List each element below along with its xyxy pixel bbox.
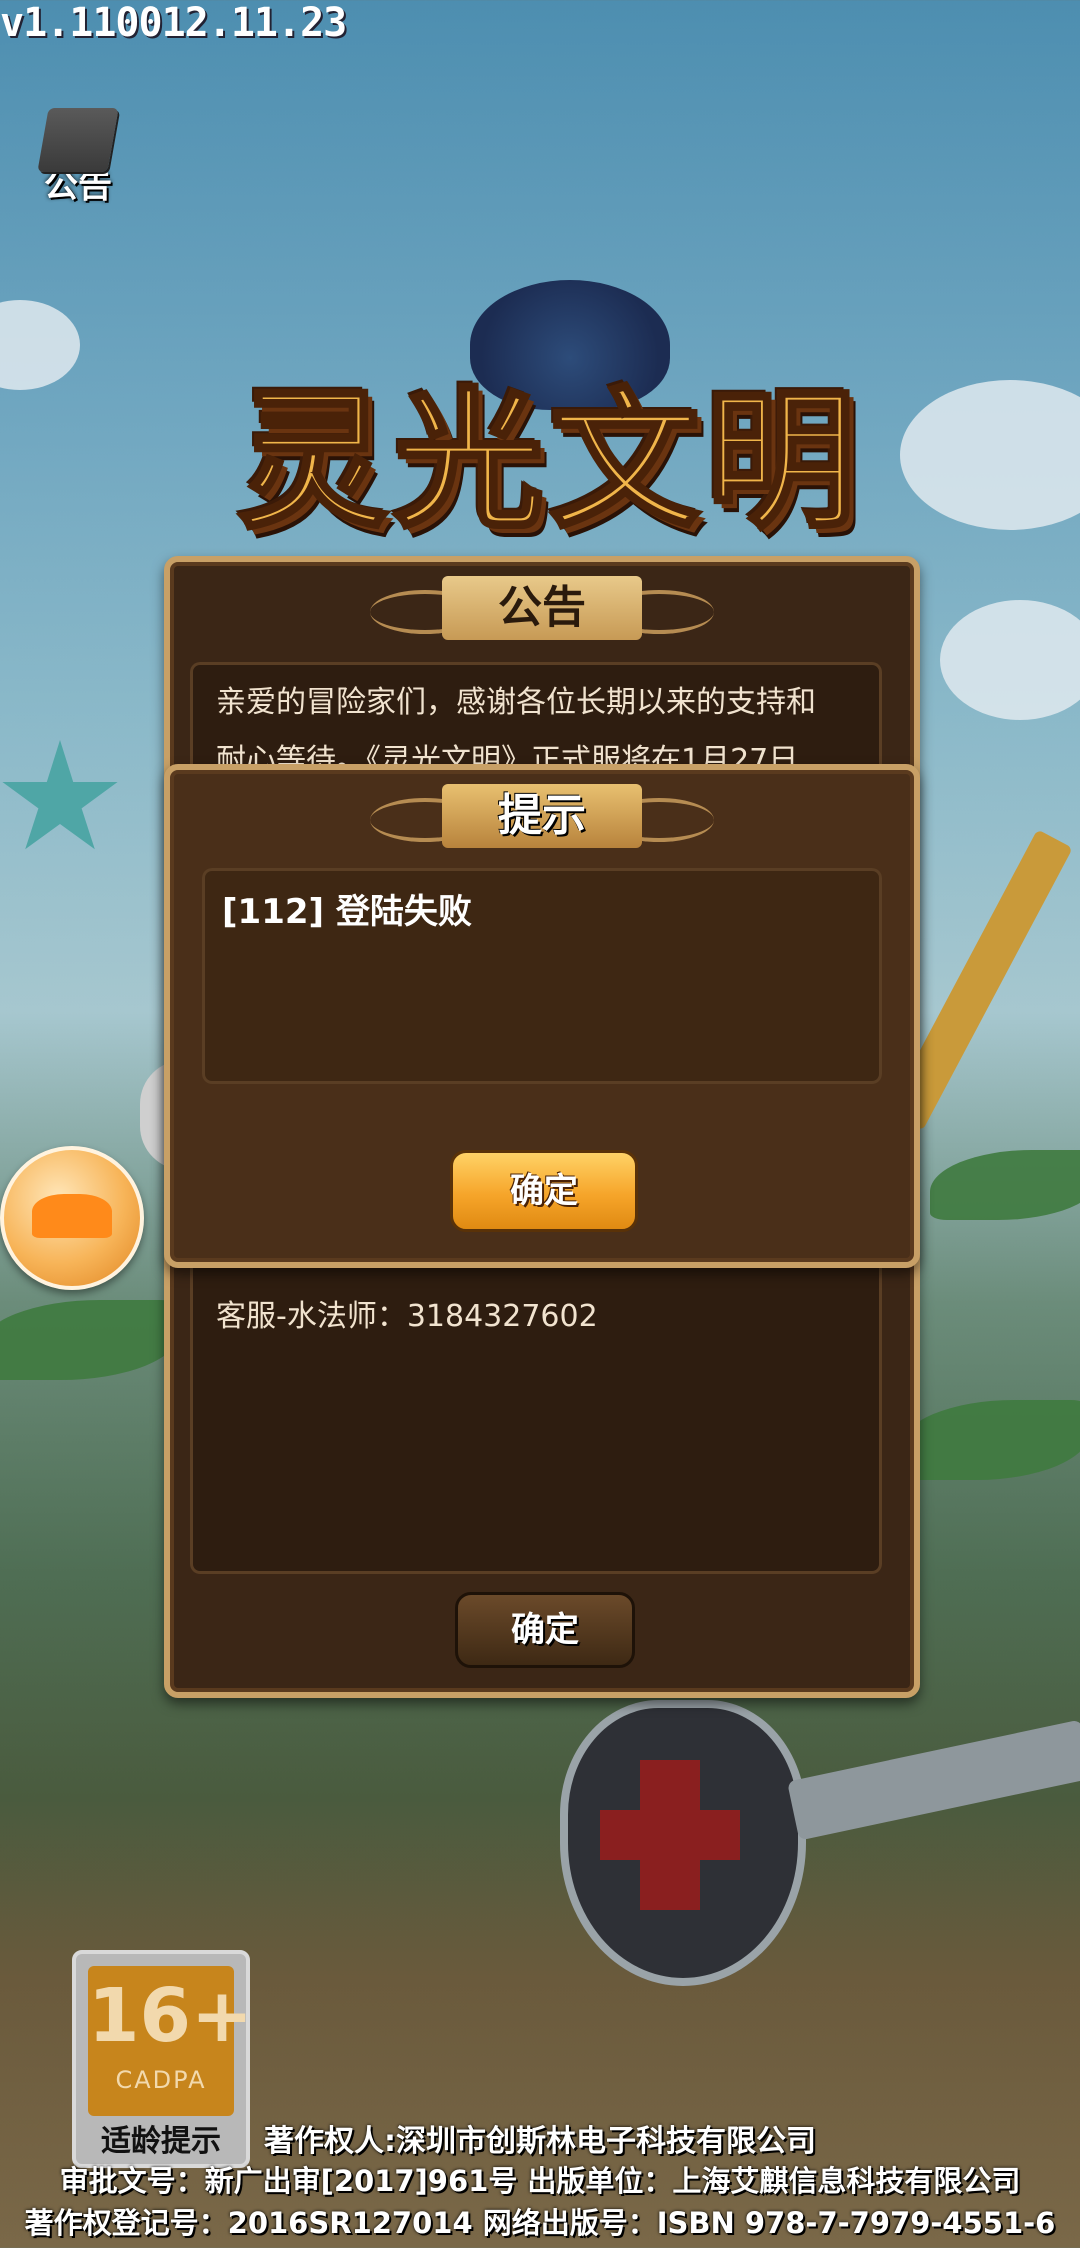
- age-rating-number: 16+: [88, 1973, 253, 2059]
- tip-dialog: 提示 [112] 登陆失败 确定: [164, 764, 920, 1268]
- star-wand-prop: [2, 740, 118, 850]
- dialog-confirm-button[interactable]: 确定: [450, 1150, 638, 1232]
- age-rating-plate: 16+ CADPA: [88, 1966, 253, 2116]
- dialog-title: 提示: [442, 784, 642, 848]
- cloud: [940, 600, 1080, 720]
- announcement-contact: 客服-水法师：3184327602: [216, 1299, 598, 1334]
- announcement-confirm-button[interactable]: 确定: [455, 1592, 635, 1668]
- palm-leaf: [930, 1150, 1080, 1220]
- dialog-message: [112] 登陆失败: [222, 892, 472, 932]
- announcement-text-line1: 亲爱的冒险家们，感谢各位长期以来的支持和: [216, 685, 816, 720]
- footer-copyright: 著作权人:深圳市创斯林电子科技有限公司: [264, 2124, 816, 2159]
- logo-text: 灵光文明: [236, 371, 862, 551]
- assistant-logo-icon: [32, 1194, 112, 1238]
- notice-button[interactable]: 公告: [28, 108, 128, 218]
- version-label: v1.110012.11.23: [0, 0, 347, 46]
- age-rating-org: CADPA: [115, 2066, 207, 2094]
- announcement-title: 公告: [442, 576, 642, 640]
- shield-cross-horizontal: [600, 1810, 740, 1860]
- floating-assistant-button[interactable]: [0, 1146, 144, 1290]
- cloud: [0, 300, 80, 390]
- knight-sword: [787, 1719, 1080, 1841]
- quill-book-icon: [37, 108, 119, 172]
- dialog-message-box: [112] 登陆失败: [202, 868, 882, 1084]
- cloud: [900, 380, 1080, 530]
- footer-approval: 审批文号：新广出审[2017]961号 出版单位：上海艾麒信息科技有限公司: [59, 2164, 1021, 2198]
- palm-leaf: [0, 1300, 180, 1380]
- game-logo: 灵光文明: [220, 280, 880, 551]
- footer-registration: 著作权登记号：2016SR127014 网络出版号：ISBN 978-7-797…: [24, 2206, 1056, 2240]
- palm-leaf: [900, 1400, 1080, 1480]
